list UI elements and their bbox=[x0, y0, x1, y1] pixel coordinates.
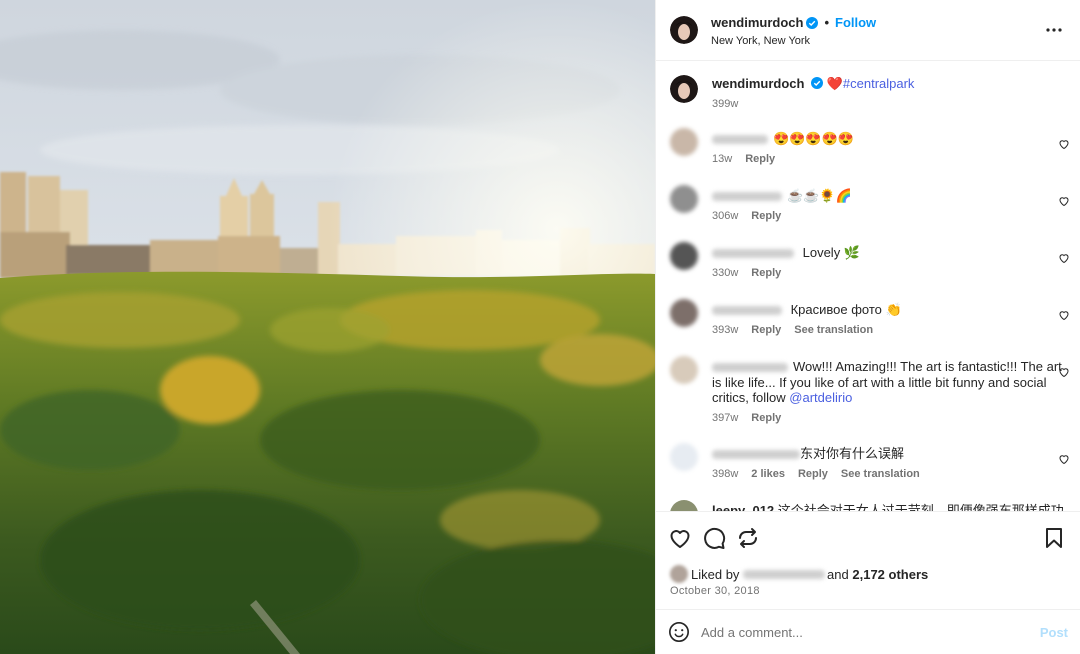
reply-button[interactable]: Reply bbox=[745, 153, 775, 165]
commenter-avatar[interactable] bbox=[670, 185, 698, 213]
reply-button[interactable]: Reply bbox=[751, 412, 781, 424]
commenter-avatar[interactable] bbox=[670, 242, 698, 270]
reply-button[interactable]: Reply bbox=[751, 324, 781, 336]
comment-time[interactable]: 398w bbox=[712, 468, 738, 480]
caption-time[interactable]: 399w bbox=[712, 98, 738, 110]
comment-text: 😍😍😍😍😍 bbox=[773, 131, 854, 146]
comment-like-heart-icon[interactable] bbox=[1058, 309, 1070, 321]
likes-and-label: and bbox=[827, 566, 849, 582]
commenter-username[interactable]: leepy_012 bbox=[712, 503, 774, 511]
comment-time[interactable]: 330w bbox=[712, 267, 738, 279]
comment-like-heart-icon[interactable] bbox=[1058, 453, 1070, 465]
share-icon[interactable] bbox=[736, 526, 760, 550]
comment-time[interactable]: 397w bbox=[712, 412, 738, 424]
likes-count[interactable]: 2,172 others bbox=[852, 567, 928, 582]
comment-item: 😍😍😍😍😍 13w Reply bbox=[656, 128, 1080, 185]
post-side-panel: wendimurdoch • Follow New York, New York bbox=[655, 0, 1080, 654]
post-date[interactable]: October 30, 2018 bbox=[656, 585, 1080, 609]
post-modal: wendimurdoch • Follow New York, New York bbox=[0, 0, 1080, 654]
bookmark-icon[interactable] bbox=[1042, 526, 1066, 550]
separator-dot: • bbox=[824, 15, 830, 30]
commenter-username-blurred[interactable] bbox=[712, 135, 768, 145]
more-options-icon[interactable] bbox=[1042, 18, 1066, 42]
caption-hashtag[interactable]: #centralpark bbox=[843, 76, 915, 91]
comment-text: Lovely 🌿 bbox=[799, 245, 860, 260]
heart-icon[interactable] bbox=[668, 526, 692, 550]
comment-like-heart-icon[interactable] bbox=[1058, 195, 1070, 207]
caption-avatar[interactable] bbox=[670, 75, 698, 103]
post-actions-bar bbox=[656, 511, 1080, 563]
comments-list[interactable]: wendimurdoch ❤️#centralpark 399w 😍😍😍😍😍 1… bbox=[656, 61, 1080, 511]
comment-input[interactable] bbox=[701, 624, 1040, 640]
comment-item: Lovely 🌿 330w Reply bbox=[656, 242, 1080, 299]
liker-avatar[interactable] bbox=[670, 565, 688, 583]
comment-item: Wow!!! Amazing!!! The art is fantastic!!… bbox=[656, 356, 1080, 443]
comment-like-heart-icon[interactable] bbox=[1058, 366, 1070, 378]
comment-item: 东对你有什么误解 398w 2 likes Reply See translation bbox=[656, 443, 1080, 500]
comment-text: Красивое фото 👏 bbox=[787, 302, 902, 317]
post-location[interactable]: New York, New York bbox=[711, 35, 1042, 47]
comment-like-heart-icon[interactable] bbox=[1058, 252, 1070, 264]
comment-time[interactable]: 393w bbox=[712, 324, 738, 336]
commenter-avatar[interactable] bbox=[670, 356, 698, 384]
likes-summary: Liked by and 2,172 others bbox=[656, 563, 1080, 585]
comment-text: 东对你有什么误解 bbox=[800, 446, 905, 461]
central-park-image bbox=[0, 0, 655, 654]
comment-text: ☕☕🌻🌈 bbox=[787, 188, 852, 203]
commenter-avatar[interactable] bbox=[670, 443, 698, 471]
author-username[interactable]: wendimurdoch bbox=[711, 15, 803, 30]
post-caption: wendimurdoch ❤️#centralpark 399w bbox=[656, 61, 1080, 125]
commenter-username-blurred[interactable] bbox=[712, 306, 782, 316]
see-translation-button[interactable]: See translation bbox=[794, 324, 873, 336]
add-comment-bar: Post bbox=[656, 609, 1080, 654]
liked-by-label: Liked by bbox=[691, 566, 740, 582]
reply-button[interactable]: Reply bbox=[751, 210, 781, 222]
commenter-avatar[interactable] bbox=[670, 299, 698, 327]
comment-time[interactable]: 306w bbox=[712, 210, 738, 222]
comment-like-heart-icon[interactable] bbox=[1058, 510, 1070, 511]
comment-icon[interactable] bbox=[702, 526, 726, 550]
caption-heart-emoji: ❤️ bbox=[826, 76, 843, 91]
comment-like-heart-icon[interactable] bbox=[1058, 138, 1070, 150]
post-photo[interactable] bbox=[0, 0, 655, 654]
commenter-username-blurred[interactable] bbox=[712, 192, 782, 202]
comment-item: leepy_012 这个社会对于女人过于苛刻，即便像强东那样成功的 bbox=[656, 500, 1080, 511]
verified-badge-icon bbox=[806, 16, 819, 29]
comment-item: ☕☕🌻🌈 306w Reply bbox=[656, 185, 1080, 242]
comment-mention-link[interactable]: @artdelirio bbox=[789, 390, 852, 405]
author-avatar[interactable] bbox=[670, 16, 698, 44]
reply-button[interactable]: Reply bbox=[751, 267, 781, 279]
commenter-username-blurred[interactable] bbox=[712, 450, 800, 460]
emoji-icon[interactable] bbox=[668, 621, 690, 643]
commenter-avatar[interactable] bbox=[670, 500, 698, 511]
liker-username-blurred[interactable] bbox=[743, 569, 826, 579]
reply-button[interactable]: Reply bbox=[798, 468, 828, 480]
post-header: wendimurdoch • Follow New York, New York bbox=[656, 0, 1080, 61]
post-comment-button[interactable]: Post bbox=[1040, 625, 1068, 640]
commenter-username-blurred[interactable] bbox=[712, 249, 794, 259]
follow-button[interactable]: Follow bbox=[835, 15, 876, 30]
commenter-avatar[interactable] bbox=[670, 128, 698, 156]
comment-time[interactable]: 13w bbox=[712, 153, 732, 165]
see-translation-button[interactable]: See translation bbox=[841, 468, 920, 480]
verified-badge-icon bbox=[811, 77, 824, 89]
comment-item: Красивое фото 👏 393w Reply See translation bbox=[656, 299, 1080, 356]
caption-username[interactable]: wendimurdoch bbox=[712, 76, 804, 91]
commenter-username-blurred[interactable] bbox=[712, 363, 788, 373]
comment-likes-count[interactable]: 2 likes bbox=[751, 468, 785, 480]
